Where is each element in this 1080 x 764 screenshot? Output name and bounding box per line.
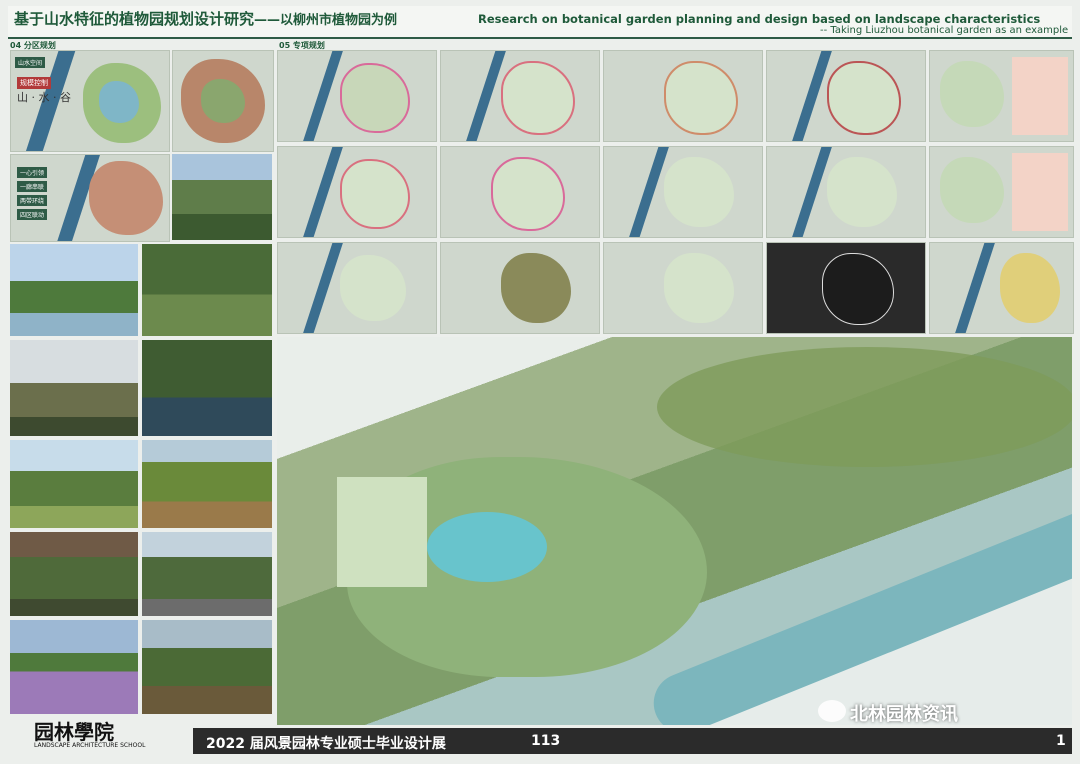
photo-misty-hills (10, 340, 138, 436)
photo-lavender-field (10, 620, 138, 714)
central-lake (427, 512, 547, 582)
river-aerial (644, 491, 1072, 725)
title-main: 基于山水特征的植物园规划设计研究 (14, 10, 255, 28)
special-map (277, 146, 437, 238)
photo-lakeside (10, 244, 138, 336)
title-en-sub: -- Taking Liuzhou botanical garden as an… (820, 25, 1069, 36)
special-map (440, 146, 600, 238)
exhibition-title: 2022 届风景园林专业硕士毕业设计展 (206, 736, 446, 752)
special-map (277, 50, 437, 142)
photo-wetland (142, 620, 272, 714)
watermark: 北林园林资讯 (850, 704, 958, 725)
title-cn: 基于山水特征的植物园规划设计研究——以柳州市植物园为例 (14, 8, 397, 29)
zoning-map-1: 山水空间 规模控制 山 · 水 · 谷 (10, 50, 170, 152)
photo-forest-path (142, 244, 272, 336)
page-number: 1 (1056, 733, 1066, 749)
special-map (603, 50, 763, 142)
aerial-masterplan (277, 337, 1072, 725)
greenhouse-area (337, 477, 427, 587)
water-zone (99, 81, 139, 123)
zoning-map-2 (172, 50, 274, 152)
legend-item: 一心引领 (17, 167, 48, 178)
special-map (929, 242, 1074, 334)
special-planning-grid (277, 50, 1074, 334)
title-en: Research on botanical garden planning an… (478, 12, 1041, 26)
photo-garden-path (172, 154, 272, 240)
header-rule (8, 37, 1072, 39)
special-map (766, 146, 926, 238)
photo-trail (142, 532, 272, 616)
title-sub: ——以柳州市植物园为例 (254, 13, 398, 28)
photo-garden-lawn (10, 440, 138, 528)
special-map (603, 146, 763, 238)
special-map (929, 50, 1074, 142)
mountains (657, 347, 1072, 467)
special-map (929, 146, 1074, 238)
special-map (766, 50, 926, 142)
legend-item: 四区联动 (17, 209, 48, 220)
exhibit-number: 113 (531, 733, 561, 749)
zoning-map-3: 一心引领 一廊串联 两带环绕 四区联动 (10, 154, 170, 242)
special-map (440, 242, 600, 334)
site-plan (89, 161, 163, 235)
photo-stream (142, 340, 272, 436)
wechat-icon (818, 700, 846, 722)
site-core (201, 79, 245, 123)
special-map-night (766, 242, 926, 334)
school-logo: 园林學院 (34, 720, 114, 744)
zone-tag: 山水空间 (15, 57, 46, 68)
school-logo-en: LANDSCAPE ARCHITECTURE SCHOOL (34, 742, 146, 749)
zone-red-tag: 规模控制 (17, 77, 51, 89)
photo-autumn-trees (142, 440, 272, 528)
special-map (440, 50, 600, 142)
special-map (603, 242, 763, 334)
legend-item: 一廊串联 (17, 181, 48, 192)
legend-item: 两带环绕 (17, 195, 48, 206)
special-map (277, 242, 437, 334)
photo-woodland (10, 532, 138, 616)
shan-shui-gu-text: 山 · 水 · 谷 (17, 91, 71, 104)
